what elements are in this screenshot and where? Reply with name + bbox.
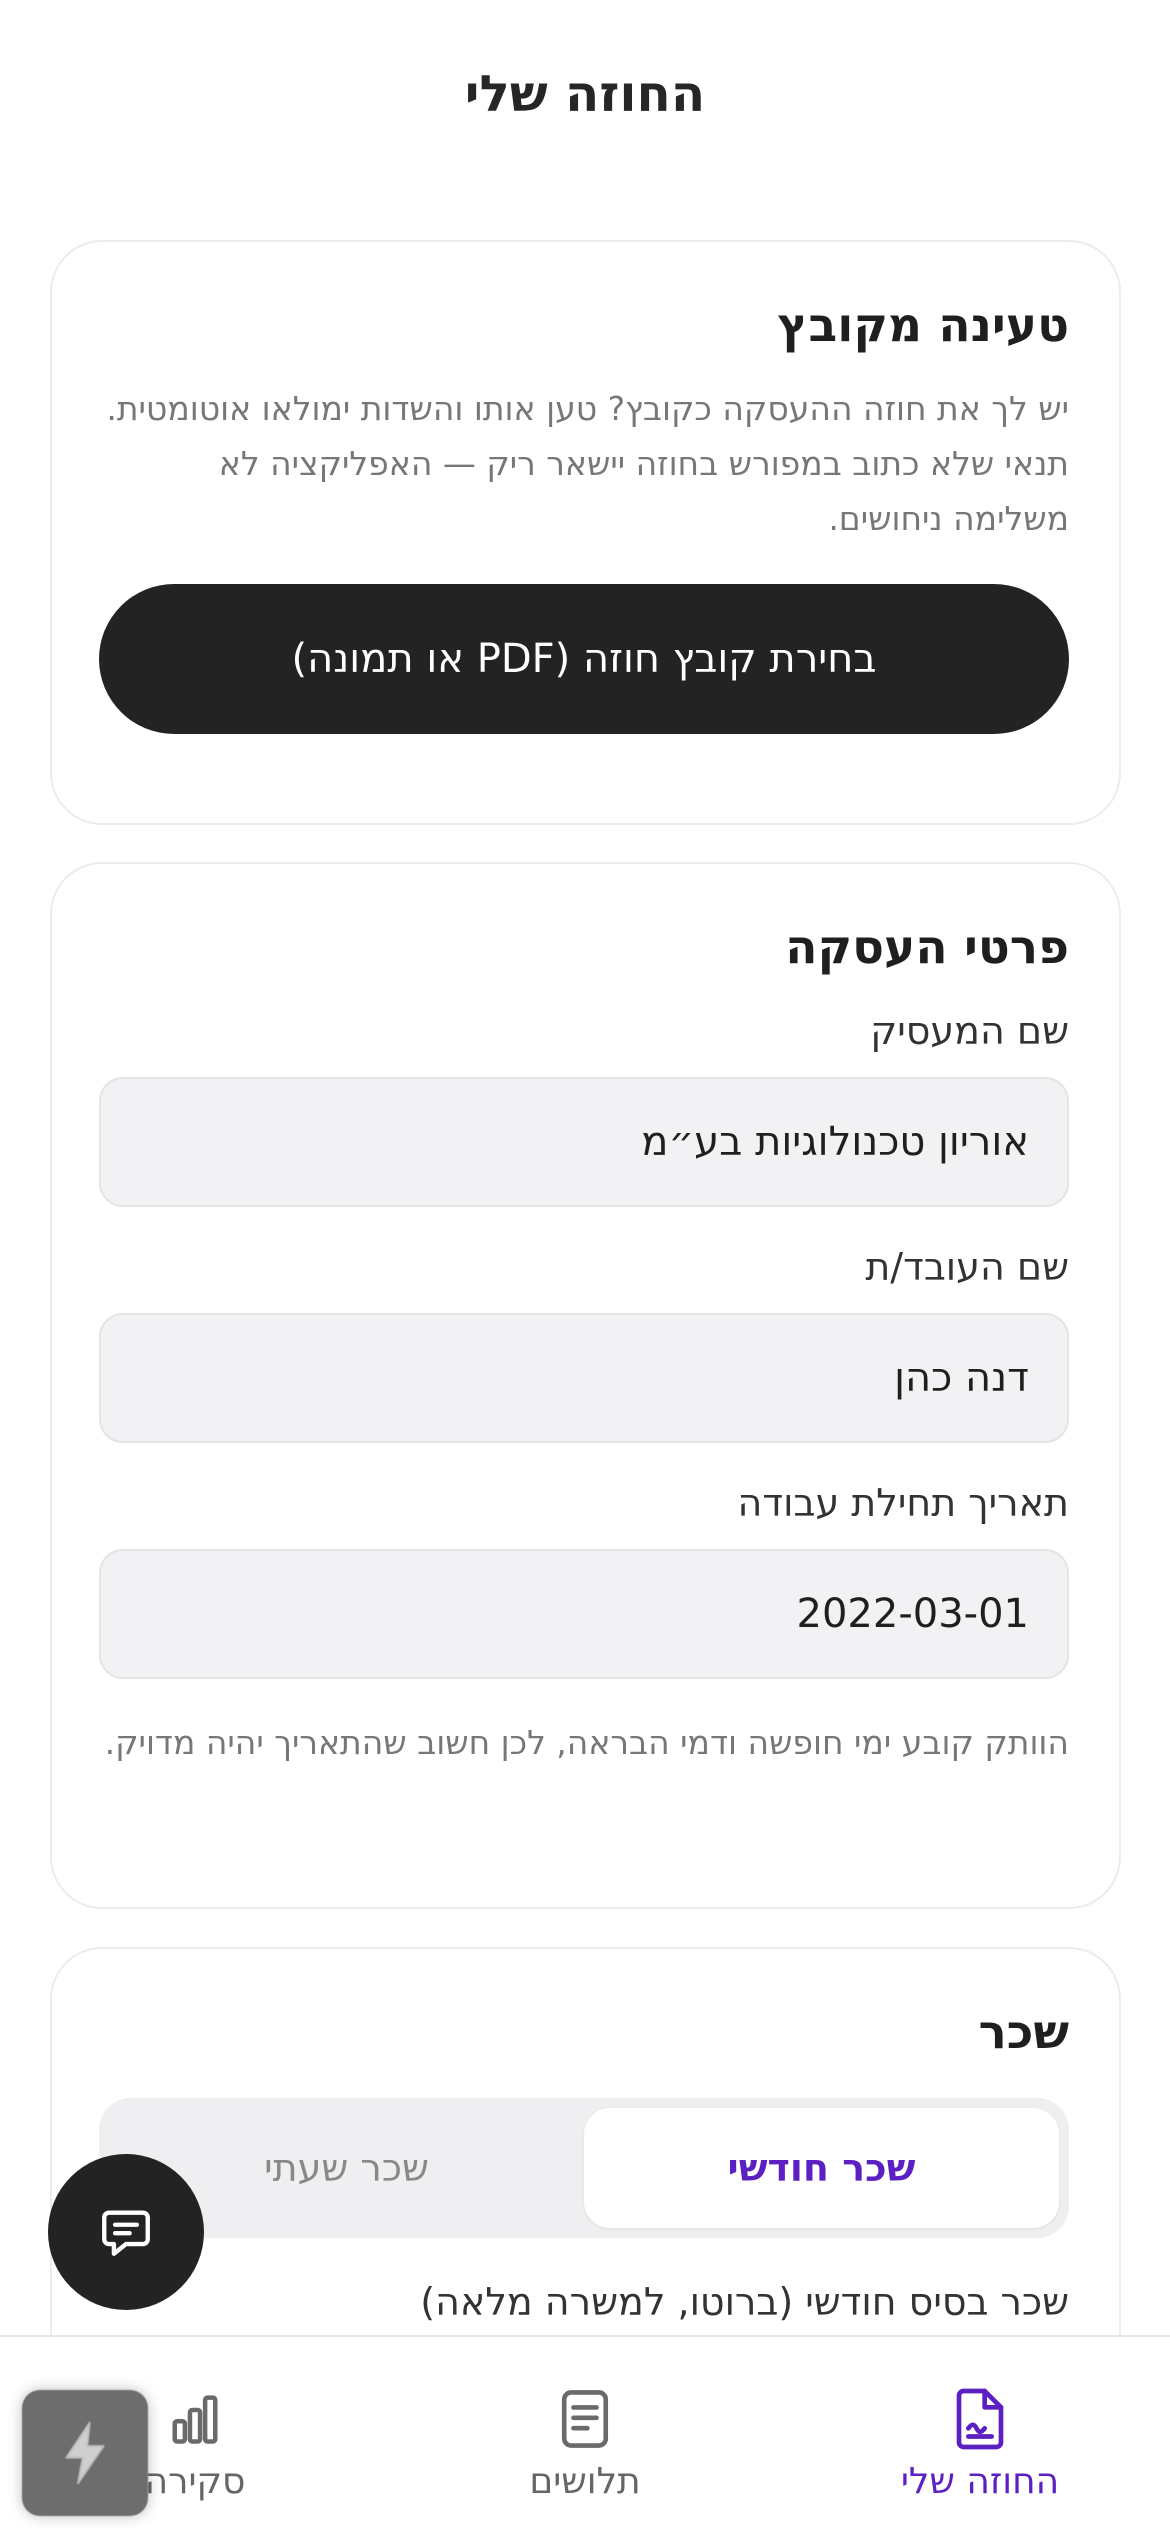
employment-details-card: פרטי העסקה שם המעסיק אוריון טכנולוגיות ב…	[50, 862, 1121, 1909]
tab-my-contract[interactable]: החוזה שלי	[880, 2337, 1080, 2532]
details-card-title: פרטי העסקה	[785, 920, 1069, 975]
tab-monthly-salary[interactable]: שכר חודשי	[584, 2108, 1059, 2228]
tab-payslips[interactable]: תלושים	[485, 2337, 685, 2532]
seniority-hint: הוותק קובע ימי חופשה ודמי הבראה, לכן חשו…	[104, 1723, 1069, 1762]
app-header: החוזה שלי	[0, 0, 1170, 190]
chat-button[interactable]	[48, 2154, 204, 2310]
employee-name-input[interactable]: דנה כהן	[99, 1313, 1069, 1443]
employer-name-input[interactable]: אוריון טכנולוגיות בע״מ	[99, 1077, 1069, 1207]
tab-payslips-label: תלושים	[529, 2461, 641, 2502]
quick-action-button[interactable]	[22, 2390, 148, 2516]
bottom-tab-bar: החוזה שלי תלושים סקירה	[0, 2335, 1170, 2532]
start-date-value: 2022-03-01	[796, 1591, 1029, 1637]
employer-name-label: שם המעסיק	[870, 1009, 1069, 1053]
lightning-icon	[65, 2421, 105, 2485]
tab-my-contract-label: החוזה שלי	[900, 2461, 1060, 2502]
payslip-document-icon	[561, 2390, 609, 2448]
upload-description: יש לך את חוזה ההעסקה כקובץ? טען אותו והש…	[106, 389, 1069, 538]
upload-card-title: טעינה מקובץ	[777, 298, 1069, 353]
contract-document-icon	[956, 2388, 1004, 2450]
upload-card: טעינה מקובץ יש לך את חוזה ההעסקה כקובץ? …	[50, 240, 1121, 825]
base-salary-label: שכר בסיס חודשי (ברוטו, למשרה מלאה)	[420, 2280, 1069, 2324]
salary-type-toggle: שכר חודשי שכר שעתי	[99, 2098, 1069, 2238]
start-date-label: תאריך תחילת עבודה	[737, 1481, 1069, 1525]
start-date-input[interactable]: 2022-03-01	[99, 1549, 1069, 1679]
employee-name-value: דנה כהן	[894, 1355, 1029, 1401]
employee-name-label: שם העובד/ת	[865, 1245, 1069, 1289]
tab-overview-label: סקירה	[144, 2461, 246, 2502]
bar-chart-icon	[172, 2395, 218, 2444]
chat-bubble-icon	[102, 2210, 150, 2256]
page-title: החוזה שלי	[464, 65, 706, 123]
salary-card-title: שכר	[978, 2005, 1069, 2060]
employer-name-value: אוריון טכנולוגיות בע״מ	[641, 1119, 1029, 1165]
choose-contract-file-button[interactable]: בחירת קובץ חוזה (PDF או תמונה)	[99, 584, 1069, 734]
